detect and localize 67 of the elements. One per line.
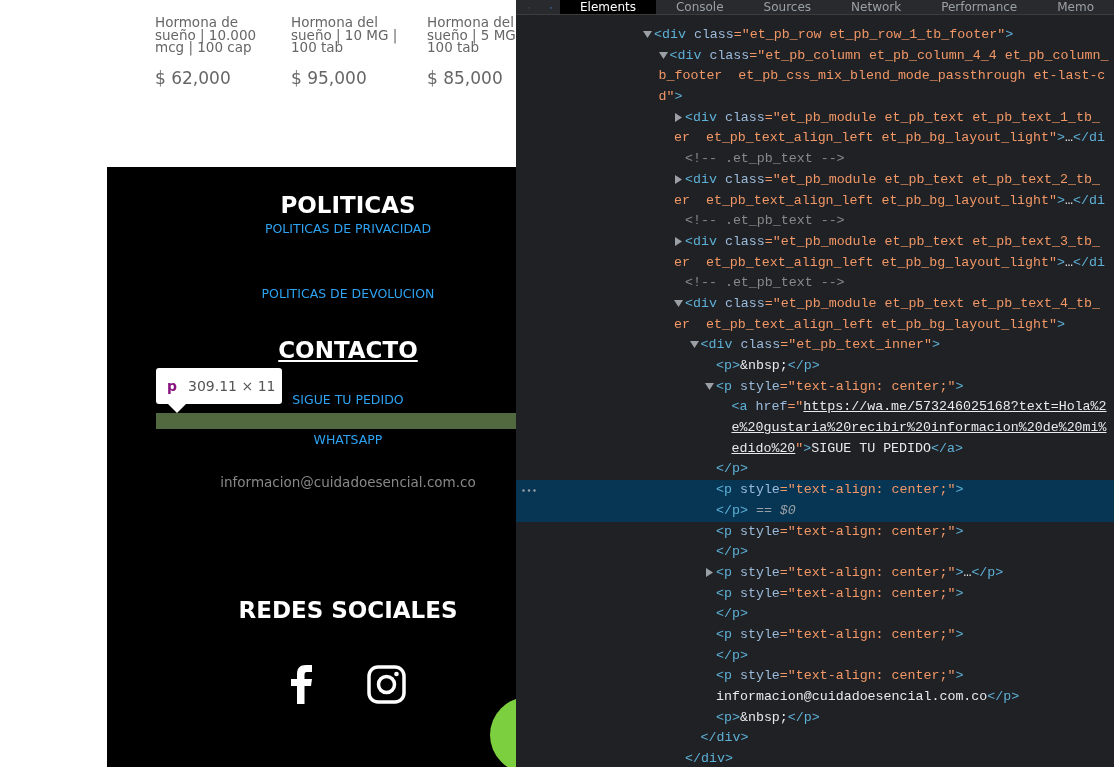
devtools-tab[interactable]: Sources [743,0,832,14]
expand-toggle-icon[interactable] [705,381,714,391]
code-line[interactable]: edido%20">SIGUE TU PEDIDO</a> [516,438,1114,460]
code-line[interactable]: <p>&nbsp;</p> [516,707,1114,729]
code-line[interactable]: <p style="text-align: center;"> [516,521,1114,543]
email-text: informacion@cuidadoesencial.com.co [220,473,476,491]
code-line[interactable]: er et_pb_text_align_left et_pb_bg_layout_light">…</di [516,128,1114,150]
code-line[interactable]: er et_pb_text_align_left et_pb_bg_layout_light">…</di [516,190,1114,212]
expand-toggle-icon[interactable] [674,112,683,122]
code-line[interactable]: </p> [516,645,1114,667]
policy-link[interactable]: POLITICAS DE DEVOLUCION [261,285,435,303]
contact-link[interactable]: WHATSAPP [313,431,383,449]
expand-toggle-icon[interactable] [689,340,699,350]
facebook-icon[interactable] [290,665,312,704]
instagram-icon[interactable] [366,665,406,704]
section-heading: POLITICAS [280,191,416,220]
product-name[interactable]: Hormona del sueño | 10 MG | 100 tab [291,16,427,54]
tooltip-pointer-icon [168,404,186,413]
code-line[interactable]: </p> [516,459,1114,481]
code-line[interactable]: <p style="text-align: center;">…</p> [516,562,1114,584]
code-line[interactable]: </div> [516,749,1114,767]
devtools-tab[interactable]: Performance [921,0,1038,14]
code-line[interactable]: b_footer et_pb_css_mix_blend_mode_passthrough et-last-c [516,66,1114,88]
devtools-tab[interactable]: Network [831,0,922,14]
code-line[interactable]: informacion@cuidadoesencial.com.co</p> [516,687,1114,708]
product-name[interactable]: Hormona de sueño | 10.000 mcg | 100 cap [155,16,291,54]
code-line[interactable]: <div class="et_pb_row et_pb_row_1_tb_footer"> [516,25,1114,46]
code-line[interactable]: </p> [516,604,1114,625]
code-line[interactable]: <p style="text-align: center;"> [516,666,1114,687]
code-line[interactable]: <div class="et_pb_module et_pb_text et_pb_text_1_tb_ [516,107,1114,129]
section-heading: CONTACTO [278,336,418,365]
expand-toggle-icon[interactable] [705,567,714,577]
code-line[interactable]: <!-- .et_pb_text --> [516,273,1114,294]
product-name[interactable]: Hormona del sueño | 5 MG 100 tab [427,16,516,54]
code-line[interactable]: <p style="text-align: center;"> [516,583,1114,605]
expand-toggle-icon[interactable] [643,30,652,39]
code-line[interactable]: <div class="et_pb_column et_pb_column_4_4 et_pb_column_ [516,45,1114,67]
code-line[interactable]: <!-- .et_pb_text --> [516,211,1114,232]
code-line[interactable]: er et_pb_text_align_left et_pb_bg_layout_light">…</di [516,252,1114,274]
product-price: $ 85,000 [427,67,504,88]
expand-toggle-icon[interactable] [674,236,683,246]
devtools-tab[interactable]: Elements [560,0,656,14]
product-price: $ 95,000 [291,67,368,88]
code-line[interactable]: <!-- .et_pb_text --> [516,149,1114,170]
expand-toggle-icon[interactable] [674,298,683,308]
code-line[interactable]: </p> [516,542,1114,563]
expand-toggle-icon[interactable] [658,50,668,60]
code-line[interactable]: <p>&nbsp;</p> [516,356,1114,377]
devtools-tab[interactable]: Memo [1037,0,1114,14]
code-line[interactable]: e%20gustaria%20recibir%20informacion%20de%20mi% [516,418,1114,439]
code-line[interactable]: <a href="https://wa.me/573246025168?text=Hola%2 [516,397,1114,419]
code-line[interactable]: er et_pb_text_align_left et_pb_bg_layout_light"> [516,314,1114,336]
devtools-tab[interactable]: Console [655,0,744,14]
code-line[interactable]: <div class="et_pb_module et_pb_text et_pb_text_2_tb_ [516,169,1114,191]
code-line[interactable]: d"> [516,87,1114,108]
code-line[interactable]: <div class="et_pb_text_inner"> [516,335,1114,356]
code-line[interactable]: <p style="text-align: center;"> [516,624,1114,646]
expand-toggle-icon[interactable] [674,174,683,184]
code-line[interactable]: <div class="et_pb_module et_pb_text et_pb_text_3_tb_ [516,231,1114,253]
product-price: $ 62,000 [155,67,232,88]
contact-link[interactable]: SIGUE TU PEDIDO [292,391,404,409]
code-line[interactable]: </div> [516,728,1114,750]
code-line[interactable]: <div class="et_pb_module et_pb_text et_pb_text_4_tb_ [516,293,1114,315]
policy-link[interactable]: POLITICAS DE PRIVACIDAD [265,220,431,238]
more-icon[interactable] [522,489,536,493]
section-heading: REDES SOCIALES [238,596,458,625]
code-line[interactable]: <p style="text-align: center;"> [516,376,1114,398]
